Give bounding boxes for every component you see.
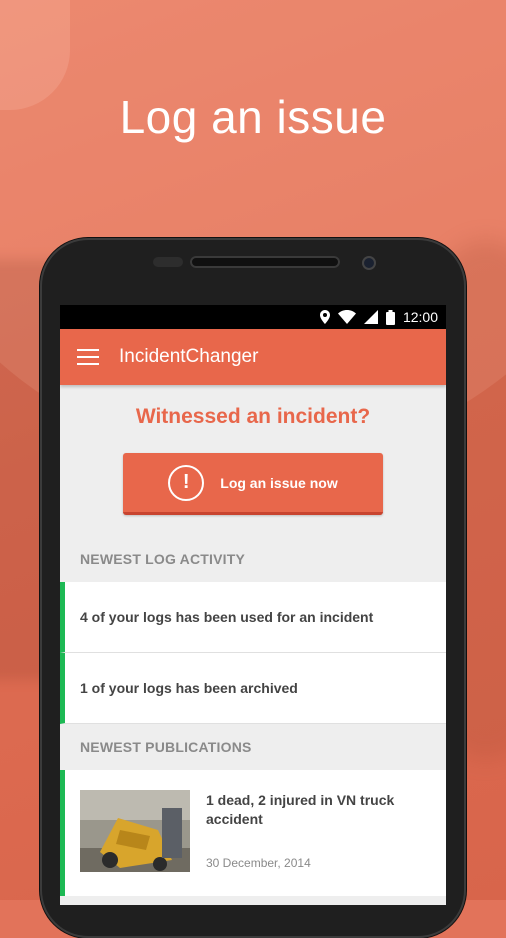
hero-title: Witnessed an incident? — [135, 405, 371, 428]
list-item[interactable]: 4 of your logs has been used for an inci… — [60, 582, 446, 653]
battery-icon — [385, 309, 395, 325]
status-bar: 12:00 — [60, 305, 446, 329]
list-item[interactable]: 1 of your logs has been archived — [60, 653, 446, 724]
menu-icon[interactable] — [77, 349, 99, 365]
signal-icon — [363, 310, 378, 324]
earpiece-speaker — [190, 256, 340, 268]
section-header-log-activity: NEWEST LOG ACTIVITY — [80, 551, 246, 567]
app-bar: IncidentChanger — [60, 329, 446, 385]
location-icon — [319, 310, 330, 324]
sensor — [153, 257, 183, 267]
publication-thumbnail — [80, 790, 190, 872]
hero-section: Witnessed an incident? ! Log an issue no… — [60, 385, 446, 536]
alert-icon: ! — [168, 464, 205, 501]
publication-date: 30 December, 2014 — [206, 856, 311, 870]
clock: 12:00 — [402, 309, 438, 325]
front-camera — [362, 256, 376, 270]
app-screen: 12:00 IncidentChanger Witnessed an incid… — [60, 305, 446, 905]
section-header-publications: NEWEST PUBLICATIONS — [80, 739, 252, 755]
app-title: IncidentChanger — [119, 346, 259, 367]
wifi-icon — [337, 310, 356, 324]
promo-headline: Log an issue — [119, 91, 387, 143]
publication-title: 1 dead, 2 injured in VN truck accident — [206, 792, 395, 827]
log-issue-button-label: Log an issue now — [220, 474, 338, 491]
log-issue-button[interactable]: ! Log an issue now — [123, 453, 383, 515]
publication-card[interactable]: 1 dead, 2 injured in VN truck accident 3… — [60, 770, 446, 896]
